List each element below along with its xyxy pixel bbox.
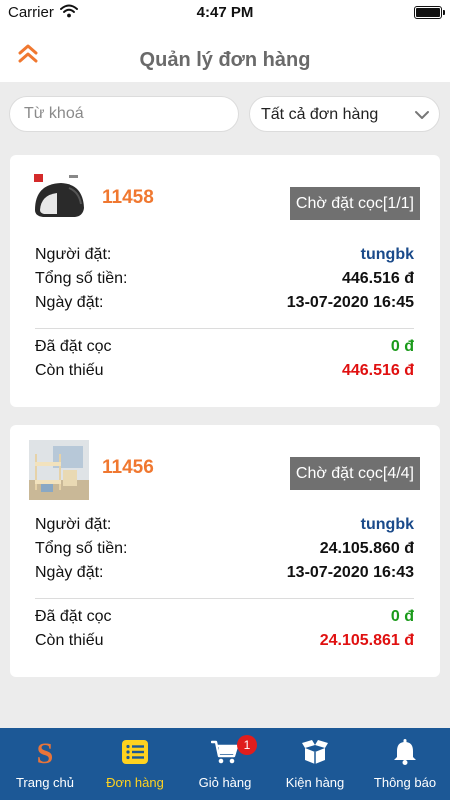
product-thumbnail-helmet	[29, 170, 89, 230]
buyer-label: Người đặt:	[35, 516, 112, 533]
remaining-label: Còn thiếu	[35, 632, 104, 649]
buyer-value: tungbk	[360, 516, 414, 533]
tab-label: Đơn hàng	[106, 775, 164, 790]
divider	[35, 328, 414, 329]
date-row: Ngày đặt: 13-07-2020 16:43	[35, 564, 414, 586]
total-label: Tổng số tiền:	[35, 540, 128, 557]
cart-count-badge: 1	[237, 735, 257, 755]
order-status-select[interactable]: Tất cả đơn hàng	[249, 96, 440, 132]
order-card[interactable]: 11458 Chờ đặt cọc[1/1] Người đặt: tungbk…	[10, 155, 440, 407]
buyer-value: tungbk	[360, 246, 414, 263]
keyword-search-input[interactable]	[9, 96, 239, 132]
clock: 4:47 PM	[196, 4, 254, 21]
divider	[35, 598, 414, 599]
date-value: 13-07-2020 16:43	[286, 564, 414, 581]
status-badge: Chờ đặt cọc[1/1]	[289, 187, 420, 220]
battery-icon	[414, 6, 445, 19]
date-row: Ngày đặt: 13-07-2020 16:45	[35, 294, 414, 316]
tab-label: Giỏ hàng	[198, 775, 252, 790]
tab-label: Thông báo	[373, 775, 437, 790]
tab-label: Trang chủ	[15, 775, 75, 790]
bell-icon	[391, 738, 419, 766]
deposit-label: Đã đặt cọc	[35, 608, 112, 625]
total-row: Tổng số tiền: 446.516 đ	[35, 270, 414, 292]
tab-label: Kiện hàng	[285, 775, 345, 790]
svg-text:S: S	[37, 738, 54, 766]
deposit-row: Đã đặt cọc 0 đ	[35, 608, 414, 630]
tab-home[interactable]: S Trang chủ	[0, 728, 90, 800]
filter-bar: Tất cả đơn hàng	[0, 82, 450, 146]
date-label: Ngày đặt:	[35, 564, 104, 581]
status-bar: Carrier 4:47 PM	[0, 0, 450, 26]
total-row: Tổng số tiền: 24.105.860 đ	[35, 540, 414, 562]
product-thumbnail-bunk-bed	[29, 440, 89, 500]
deposit-label: Đã đặt cọc	[35, 338, 112, 355]
total-label: Tổng số tiền:	[35, 270, 128, 287]
remaining-row: Còn thiếu 24.105.861 đ	[35, 632, 414, 654]
order-id[interactable]: 11456	[102, 457, 154, 479]
tab-packages[interactable]: Kiện hàng	[270, 728, 360, 800]
order-card[interactable]: 11456 Chờ đặt cọc[4/4] Người đặt: tungbk…	[10, 425, 440, 677]
remaining-label: Còn thiếu	[35, 362, 104, 379]
chevron-down-icon	[414, 107, 430, 128]
buyer-row: Người đặt: tungbk	[35, 246, 414, 268]
status-badge: Chờ đặt cọc[4/4]	[289, 457, 420, 490]
deposit-value: 0 đ	[390, 338, 414, 355]
buyer-label: Người đặt:	[35, 246, 112, 263]
deposit-value: 0 đ	[390, 608, 414, 625]
buyer-row: Người đặt: tungbk	[35, 516, 414, 538]
total-value: 24.105.860 đ	[319, 540, 414, 557]
header: Quản lý đơn hàng	[0, 26, 450, 82]
order-id[interactable]: 11458	[102, 187, 154, 209]
remaining-row: Còn thiếu 446.516 đ	[35, 362, 414, 384]
date-value: 13-07-2020 16:45	[286, 294, 414, 311]
remaining-value: 24.105.861 đ	[319, 632, 414, 649]
deposit-row: Đã đặt cọc 0 đ	[35, 338, 414, 360]
list-icon	[121, 738, 149, 766]
total-value: 446.516 đ	[341, 270, 414, 287]
order-status-selected: Tất cả đơn hàng	[261, 106, 379, 123]
remaining-value: 446.516 đ	[341, 362, 414, 379]
package-icon	[301, 738, 329, 766]
tab-orders[interactable]: Đơn hàng	[90, 728, 180, 800]
date-label: Ngày đặt:	[35, 294, 104, 311]
bottom-tab-bar: S Trang chủ Đơn hàng 1 Giỏ hàng Kiện hàn…	[0, 728, 450, 800]
cart-icon	[210, 738, 239, 766]
tab-cart[interactable]: 1 Giỏ hàng	[180, 728, 270, 800]
page-title: Quản lý đơn hàng	[139, 49, 311, 71]
tab-notifications[interactable]: Thông báo	[360, 728, 450, 800]
brand-s-icon: S	[31, 737, 59, 770]
